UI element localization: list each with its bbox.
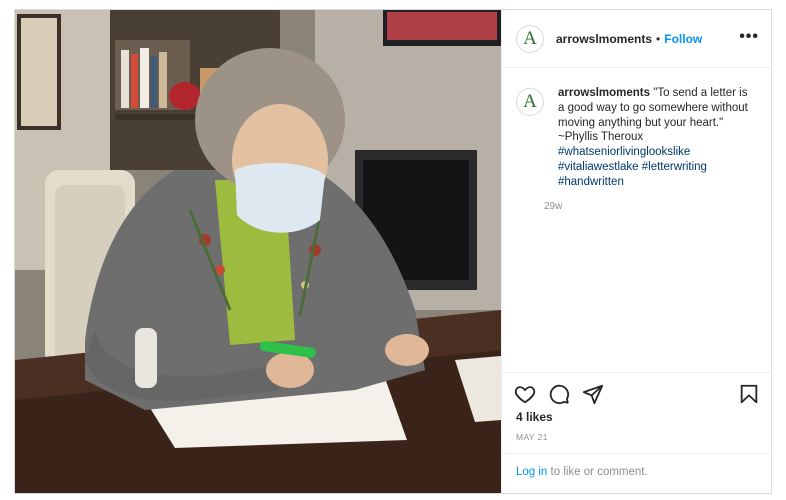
caption-text: arrowslmoments "To send a letter is a go…: [558, 86, 756, 190]
login-prompt-text: to like or comment.: [547, 466, 648, 478]
post-header: A arrowslmoments • Follow •••: [502, 10, 771, 68]
caption-handle[interactable]: arrowslmoments: [558, 87, 650, 99]
share-icon[interactable]: [582, 383, 604, 405]
more-options-icon[interactable]: •••: [739, 28, 759, 46]
author-avatar[interactable]: A: [516, 24, 544, 53]
comment-time[interactable]: 29w: [544, 201, 756, 212]
hashtag-link[interactable]: #whatseniorlivinglookslike: [558, 145, 756, 160]
likes-count[interactable]: 4 likes: [516, 410, 553, 424]
bookmark-icon[interactable]: [738, 383, 760, 405]
instagram-post: A arrowslmoments • Follow ••• A arrowslm…: [14, 9, 772, 494]
caption-attribution: ~Phyllis Theroux: [558, 131, 644, 144]
caption-comment: A arrowslmoments "To send a letter is a …: [502, 68, 771, 212]
avatar-letter: A: [523, 27, 537, 49]
author-handle[interactable]: arrowslmoments: [556, 32, 652, 46]
action-bar: [502, 372, 772, 412]
follow-button[interactable]: Follow: [664, 32, 702, 46]
login-prompt: Log in to like or comment.: [502, 453, 772, 493]
follow-separator: •: [656, 31, 661, 46]
heart-icon[interactable]: [514, 383, 536, 405]
post-date[interactable]: MAY 21: [516, 432, 548, 442]
avatar-letter: A: [523, 91, 537, 112]
comment-icon[interactable]: [548, 383, 570, 405]
photo-illustration: [15, 10, 501, 493]
hashtag-link[interactable]: #letterwriting: [642, 161, 707, 173]
post-side-panel: A arrowslmoments • Follow ••• A arrowslm…: [501, 10, 772, 493]
hashtag-link[interactable]: #handwritten: [558, 175, 756, 190]
post-photo[interactable]: [15, 10, 501, 493]
login-link[interactable]: Log in: [516, 466, 547, 478]
hashtag-link[interactable]: #vitaliawestlake: [558, 161, 639, 173]
caption-avatar[interactable]: A: [516, 88, 544, 116]
